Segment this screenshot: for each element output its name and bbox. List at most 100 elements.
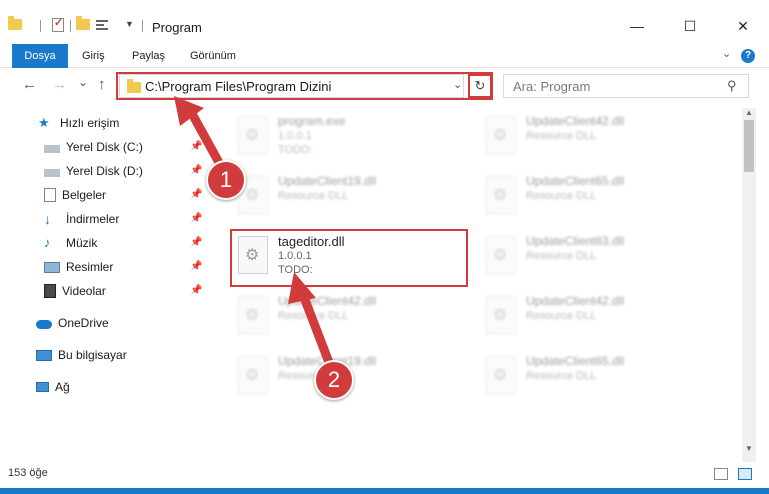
sidebar-item-label: Ağ <box>55 380 70 394</box>
computer-icon <box>36 349 52 361</box>
sidebar-item-label: Resimler <box>66 260 114 274</box>
details-view-icon[interactable] <box>714 468 728 480</box>
recent-locations-button[interactable]: ⌄ <box>78 75 88 89</box>
search-input[interactable]: Ara: Program <box>513 79 590 94</box>
sidebar-item-drive-c[interactable]: Yerel Disk (C:) <box>44 136 143 158</box>
file-name: UpdateClient42.dll <box>526 114 625 128</box>
pin-icon[interactable]: 📌 <box>190 213 202 224</box>
bottom-accent-strip <box>0 488 769 494</box>
maximize-button[interactable]: ☐ <box>678 14 702 38</box>
window-title: Program <box>152 20 202 35</box>
sidebar-item-label: Belgeler <box>62 188 107 202</box>
tiles-view-icon[interactable] <box>738 468 752 480</box>
file-name: UpdateClient42.dll <box>526 294 625 308</box>
file-description: Resource DLL <box>278 190 349 202</box>
sidebar-item-network[interactable]: Ağ <box>36 376 70 398</box>
file-name: UpdateClient19.dll <box>278 174 377 188</box>
sidebar-item-drive-d[interactable]: Yerel Disk (D:) <box>44 160 143 182</box>
pin-icon[interactable]: 📌 <box>190 165 202 176</box>
address-highlight-box <box>116 72 493 100</box>
drive-icon <box>44 144 60 153</box>
file-name: program.exe <box>278 114 346 128</box>
tab-home[interactable]: Giriş <box>82 44 105 68</box>
help-icon[interactable]: ? <box>741 49 755 63</box>
scroll-down-icon[interactable]: ▼ <box>742 442 756 456</box>
file-name: UpdateClient65.dll <box>526 174 625 188</box>
pin-icon[interactable]: 📌 <box>190 141 202 152</box>
title-bar: ▼ Program — ☐ ✕ <box>0 0 769 44</box>
download-icon: ↓ <box>44 211 51 227</box>
dll-file-icon <box>486 356 516 394</box>
file-tile[interactable]: UpdateClient42.dll Resource DLL <box>480 112 710 172</box>
tab-view[interactable]: Görünüm <box>190 44 236 68</box>
toolbar-separator <box>70 20 71 32</box>
ribbon-tabs: Dosya Giriş Paylaş Görünüm ⌄ ? <box>0 44 769 68</box>
file-name: UpdateClient63.dll <box>526 234 625 248</box>
close-button[interactable]: ✕ <box>731 14 755 38</box>
scrollbar-thumb[interactable] <box>744 120 754 172</box>
star-icon: ★ <box>38 115 50 130</box>
sidebar-item-downloads[interactable]: ↓ İndirmeler <box>44 208 119 230</box>
up-button[interactable]: ↑ <box>98 76 106 93</box>
chevron-down-icon[interactable]: ▼ <box>125 19 134 29</box>
search-icon[interactable]: ⚲ <box>727 78 737 94</box>
file-tile[interactable]: UpdateClient65.dll Resource DLL <box>480 352 710 412</box>
dll-file-icon <box>238 296 268 334</box>
item-count: 153 öğe <box>8 467 48 479</box>
tab-share[interactable]: Paylaş <box>132 44 165 68</box>
file-description: TODO: <box>278 144 313 156</box>
scroll-up-icon[interactable]: ▲ <box>742 106 756 120</box>
pin-icon[interactable]: 📌 <box>190 285 202 296</box>
sidebar-item-label: Yerel Disk (C:) <box>66 140 143 154</box>
drive-icon <box>44 168 60 177</box>
file-tile[interactable]: UpdateClient42.dll Resource DLL <box>480 292 710 352</box>
file-version: 1.0.0.1 <box>278 130 312 142</box>
properties-icon[interactable] <box>52 16 64 32</box>
tab-file[interactable]: Dosya <box>12 44 68 68</box>
sidebar-item-onedrive[interactable]: OneDrive <box>36 312 109 334</box>
minimize-button[interactable]: — <box>625 14 649 38</box>
sidebar-item-this-pc[interactable]: Bu bilgisayar <box>36 344 127 366</box>
network-icon <box>36 382 49 392</box>
exe-file-icon <box>238 116 268 154</box>
sidebar-item-videos[interactable]: Videolar <box>44 280 106 302</box>
pin-icon[interactable]: 📌 <box>190 237 202 248</box>
sidebar-item-label: Bu bilgisayar <box>58 348 127 362</box>
file-tile[interactable]: UpdateClient63.dll Resource DLL <box>480 232 710 292</box>
forward-button[interactable]: → <box>52 76 67 93</box>
status-bar: 153 öğe <box>0 462 769 488</box>
step-badge-1: 1 <box>206 160 246 200</box>
sidebar-item-label: Videolar <box>62 284 106 298</box>
new-folder-icon[interactable] <box>76 16 90 30</box>
sidebar-item-label: Yerel Disk (D:) <box>66 164 143 178</box>
file-tile[interactable]: UpdateClient65.dll Resource DLL <box>480 172 710 232</box>
pictures-icon <box>44 261 60 273</box>
expand-ribbon-icon[interactable]: ⌄ <box>722 47 731 60</box>
customize-toolbar-icon[interactable] <box>96 18 110 32</box>
sidebar-item-quick-access[interactable]: ★ Hızlı erişim <box>38 112 119 134</box>
search-box[interactable]: Ara: Program ⚲ <box>503 74 749 98</box>
document-icon <box>44 188 56 202</box>
sidebar-item-label: İndirmeler <box>66 212 120 226</box>
dll-file-icon <box>486 116 516 154</box>
pin-icon[interactable]: 📌 <box>190 261 202 272</box>
toolbar-separator <box>142 20 143 32</box>
file-tile[interactable]: UpdateClient42.dll Resource DLL <box>232 292 462 352</box>
back-button[interactable]: ← <box>22 76 37 93</box>
sidebar-item-music[interactable]: ♪ Müzik <box>44 232 97 254</box>
file-description: Resource DLL <box>278 310 349 322</box>
sidebar-item-pictures[interactable]: Resimler <box>44 256 113 278</box>
file-tile[interactable]: UpdateClient19.dll Resource DLL <box>232 172 462 232</box>
folder-icon[interactable] <box>8 16 22 30</box>
file-description: Resource DLL <box>526 370 597 382</box>
file-description: Resource DLL <box>526 190 597 202</box>
file-name: UpdateClient42.dll <box>278 294 377 308</box>
video-icon <box>44 284 56 298</box>
music-icon: ♪ <box>44 235 51 250</box>
sidebar-item-label: Müzik <box>66 236 98 250</box>
sidebar-item-documents[interactable]: Belgeler <box>44 184 106 206</box>
file-tile[interactable]: program.exe 1.0.0.1 TODO: <box>232 112 462 172</box>
cloud-icon <box>36 320 52 329</box>
dll-file-icon <box>486 296 516 334</box>
pin-icon[interactable]: 📌 <box>190 189 202 200</box>
